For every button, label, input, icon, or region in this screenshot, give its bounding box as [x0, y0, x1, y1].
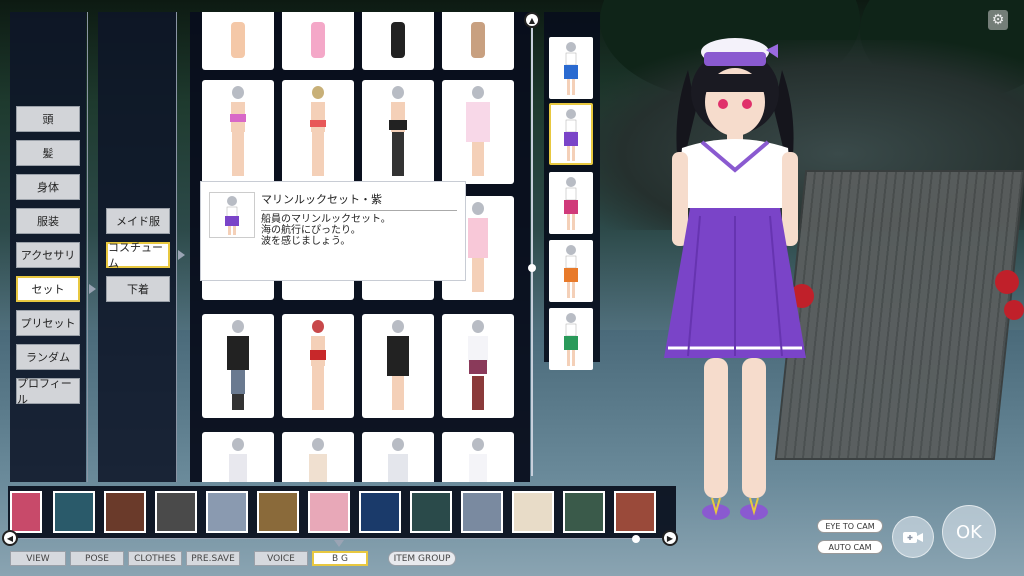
outfit-card[interactable] — [282, 12, 354, 70]
bg-thumbnail[interactable] — [359, 491, 401, 533]
subcategory-underwear-button[interactable]: 下着 — [106, 276, 170, 302]
outfit-card[interactable] — [362, 12, 434, 70]
bg-thumbnail[interactable] — [308, 491, 350, 533]
outfit-card[interactable] — [282, 432, 354, 482]
variant-orange[interactable] — [549, 240, 593, 302]
tooltip-description-line: 船員のマリンルックセット。 — [261, 214, 391, 225]
bg-thumbnail[interactable] — [104, 491, 146, 533]
settings-button[interactable]: ⚙ — [988, 10, 1008, 30]
variant-pink[interactable] — [549, 172, 593, 234]
add-camera-button[interactable] — [892, 516, 934, 558]
outfit-card[interactable] — [202, 80, 274, 184]
category-set-button[interactable]: セット — [16, 276, 80, 302]
variant-purple[interactable] — [549, 103, 593, 165]
tooltip-thumbnail — [209, 192, 255, 238]
tooltip-description-line: 海の航行にぴったり。 — [261, 225, 361, 236]
category-preset-button[interactable]: プリセット — [16, 310, 80, 336]
outfit-card[interactable] — [362, 432, 434, 482]
variant-green[interactable] — [549, 308, 593, 370]
deck-chair — [774, 170, 1024, 460]
tab-item-group[interactable]: ITEM GROUP — [388, 551, 456, 566]
selected-arrow-icon — [89, 284, 96, 294]
bg-strip-scroll-track — [20, 538, 664, 539]
outfit-card[interactable] — [442, 12, 514, 70]
gear-icon: ⚙ — [991, 12, 1005, 28]
bg-thumbnail[interactable] — [206, 491, 248, 533]
tooltip-title: マリンルックセット・紫 — [261, 191, 457, 211]
tab-clothes[interactable]: CLOTHES — [128, 551, 182, 566]
hibiscus-flower — [995, 270, 1019, 294]
ok-label: OK — [956, 521, 982, 543]
bg-thumbnail[interactable] — [461, 491, 503, 533]
tab-view[interactable]: VIEW — [10, 551, 66, 566]
bg-scroll-left-button[interactable]: ◀ — [2, 530, 18, 546]
outfit-card[interactable] — [362, 80, 434, 184]
tab-pose[interactable]: POSE — [70, 551, 124, 566]
variant-blue[interactable] — [549, 37, 593, 99]
bg-thumbnail[interactable] — [155, 491, 197, 533]
bg-thumbnail[interactable] — [512, 491, 554, 533]
character-model — [664, 38, 806, 520]
panel-divider — [87, 12, 88, 482]
subcategory-maid-button[interactable]: メイド服 — [106, 208, 170, 234]
selected-arrow-icon — [178, 250, 185, 260]
bg-thumbnail[interactable] — [563, 491, 605, 533]
tab-voice[interactable]: VOICE — [254, 551, 308, 566]
hibiscus-flower — [1004, 300, 1024, 320]
category-accessory-button[interactable]: アクセサリ — [16, 242, 80, 268]
bg-strip-scroll-thumb[interactable] — [632, 535, 640, 543]
active-tab-indicator-icon — [334, 540, 344, 547]
outfit-card[interactable] — [282, 80, 354, 184]
grid-scrollbar[interactable] — [528, 12, 536, 488]
outfit-card[interactable] — [202, 432, 274, 482]
bg-thumbnail[interactable] — [410, 491, 452, 533]
outfit-card[interactable] — [282, 314, 354, 418]
triangle-left-icon: ◀ — [6, 533, 14, 543]
auto-cam-button[interactable]: AUTO CAM — [817, 540, 883, 554]
bg-thumbnail[interactable] — [257, 491, 299, 533]
item-tooltip: マリンルックセット・紫 船員のマリンルックセット。 海の航行にぴったり。 波を感… — [200, 181, 466, 281]
outfit-card[interactable] — [202, 314, 274, 418]
outfit-card[interactable] — [442, 432, 514, 482]
camera-plus-icon — [903, 532, 923, 543]
category-profile-button[interactable]: プロフィール — [16, 377, 80, 406]
bg-thumbnail[interactable] — [53, 491, 95, 533]
outfit-card[interactable] — [202, 12, 274, 70]
scroll-up-button[interactable]: ▲ — [524, 12, 540, 28]
panel-divider — [176, 12, 177, 482]
triangle-up-icon: ▲ — [528, 15, 536, 25]
bg-thumbnail[interactable] — [10, 491, 42, 533]
scrollbar-track — [531, 22, 533, 476]
bg-scroll-right-button[interactable]: ▶ — [662, 530, 678, 546]
category-head-button[interactable]: 頭 — [16, 106, 80, 132]
eye-to-cam-button[interactable]: EYE TO CAM — [817, 519, 883, 533]
tab-bg[interactable]: B G — [312, 551, 368, 566]
category-random-button[interactable]: ランダム — [16, 344, 80, 370]
category-clothes-button[interactable]: 服装 — [16, 208, 80, 234]
scrollbar-thumb[interactable] — [528, 264, 536, 272]
category-body-button[interactable]: 身体 — [16, 174, 80, 200]
triangle-right-icon: ▶ — [666, 533, 674, 543]
tooltip-description-line: 波を感じましょう。 — [261, 236, 351, 247]
tab-pre-save[interactable]: PRE.SAVE — [186, 551, 240, 566]
outfit-card[interactable] — [362, 314, 434, 418]
ok-button[interactable]: OK — [942, 505, 996, 559]
subcategory-costume-button[interactable]: コスチューム — [106, 241, 170, 270]
outfit-card[interactable] — [442, 80, 514, 184]
outfit-card[interactable] — [442, 314, 514, 418]
bg-thumbnail[interactable] — [614, 491, 656, 533]
category-hair-button[interactable]: 髪 — [16, 140, 80, 166]
